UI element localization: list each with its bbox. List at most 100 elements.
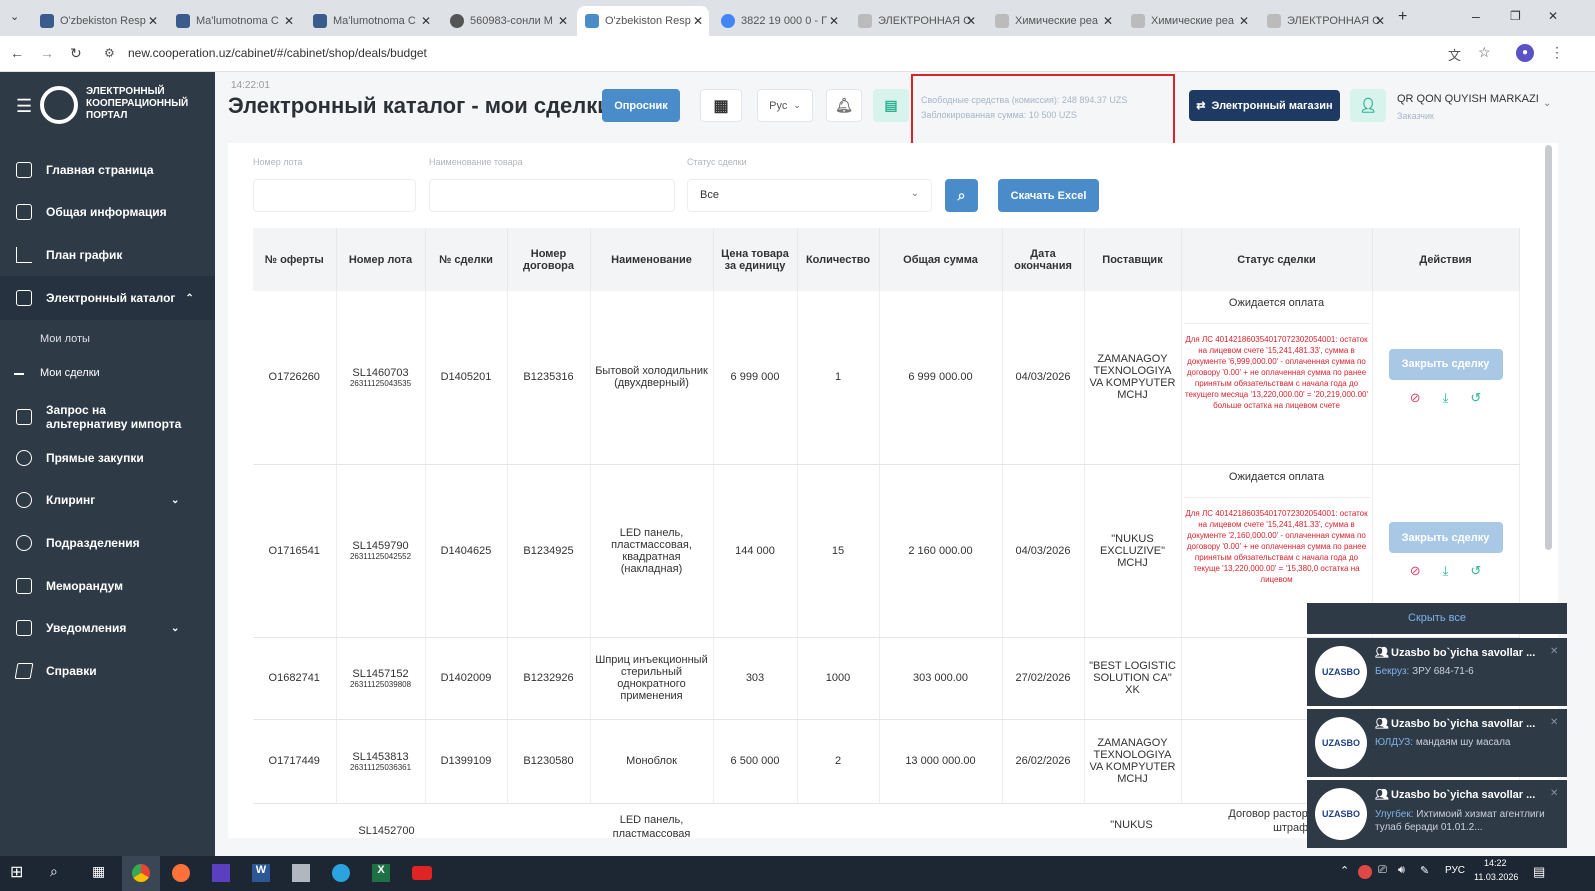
sidebar-item-notifications[interactable]: Уведомления ⌄ [0,616,215,640]
sidebar-item-general-info[interactable]: Общая информация [0,200,215,224]
qr-code-icon[interactable]: ▦ [700,89,742,122]
browser-tab[interactable]: Химические реа ✕ [1123,6,1255,36]
close-icon[interactable]: ✕ [1550,788,1558,799]
history-icon[interactable]: ↺ [1470,390,1481,406]
sidebar-item-plan[interactable]: План график [0,243,215,267]
notification-card[interactable]: UZASBO 👥︎ Uzasbo bo`yicha savollar ... ✕… [1307,709,1567,777]
status-filter-select[interactable]: Все ⌄ [687,179,932,212]
excel-icon[interactable]: X [372,864,390,882]
reload-icon[interactable]: ↻ [70,45,82,62]
sidebar-item-catalog[interactable]: Электронный каталог ⌃ [0,276,215,320]
sidebar-item-import-alternative[interactable]: Запрос на альтернативу импорта [0,402,215,432]
word-icon[interactable]: W [252,864,270,882]
browser-tab[interactable]: O'zbekiston Resp ✕ [32,6,164,36]
sidebar-item-memorandum[interactable]: Меморандум [0,574,215,598]
wallet-icon[interactable]: ▤ [873,89,909,122]
sidebar-item-home[interactable]: Главная страница [0,158,215,182]
close-tab-icon[interactable]: ✕ [1375,14,1385,28]
forward-icon[interactable]: → [40,45,54,61]
sidebar-item-direct-purchases[interactable]: Прямые закупки [0,446,215,470]
chevron-down-icon[interactable]: ⌄ [1543,98,1551,109]
sidebar-item-clearing[interactable]: Клиринг ⌄ [0,488,215,512]
browser-tab-active[interactable]: O'zbekiston Resp ✕ [577,6,709,36]
notification-card[interactable]: UZASBO 👥︎ Uzasbo bo`yicha savollar ... ✕… [1307,780,1567,848]
search-icon[interactable]: ⌕ [50,863,58,880]
cancel-document-icon[interactable]: ⊘ [1410,563,1421,579]
hamburger-menu-icon[interactable]: ☰ [16,96,32,117]
back-icon[interactable]: ← [10,45,24,61]
bookmark-star-icon[interactable]: ☆ [1478,44,1491,61]
close-window-icon[interactable]: ✕ [1548,9,1558,23]
browser-tab[interactable]: ЭЛЕКТРОННАЯ С ✕ [850,6,982,36]
browser-tab[interactable]: Ma'lumotnoma C ✕ [168,6,300,36]
cell-lot[interactable]: SL1459790 26311125042552 [336,464,426,638]
windows-start-icon[interactable]: ⊞ [10,862,23,882]
lot-filter-input[interactable] [253,179,416,212]
pen-tray-icon[interactable]: ✎ [1420,864,1429,877]
notification-card[interactable]: UZASBO 👥︎ Uzasbo bo`yicha savollar ... ✕… [1307,638,1567,706]
file-explorer-icon[interactable] [292,864,310,882]
translate-icon[interactable]: 文 [1448,45,1461,64]
site-info-icon[interactable]: ⚙ [104,46,115,60]
action-center-icon[interactable]: ▤ [1533,864,1545,880]
close-tab-icon[interactable]: ✕ [829,14,839,28]
url-input[interactable]: new.cooperation.uz/cabinet/#/cabinet/sho… [128,46,427,60]
browser-tab[interactable]: Химические реа ✕ [987,6,1119,36]
profile-avatar-icon[interactable]: ● [1516,44,1534,62]
bell-icon[interactable]: 🔔︎ [826,89,862,122]
cell-lot[interactable]: SL1460703 26311125043535 [336,291,426,465]
sidebar-sub-my-deals[interactable]: Мои сделки [40,367,100,379]
download-excel-button[interactable]: Скачать Excel [998,179,1099,212]
new-tab-icon[interactable]: + [1398,8,1407,26]
volume-icon[interactable]: 🔊︎ [1398,864,1405,877]
product-filter-input[interactable] [429,179,675,212]
close-tab-icon[interactable]: ✕ [693,14,703,28]
calculator-icon[interactable]: ▦ [92,863,105,880]
history-icon[interactable]: ↺ [1470,563,1481,579]
scrollbar-thumb[interactable] [1545,145,1552,550]
youtube-icon[interactable] [412,866,432,880]
close-icon[interactable]: ✕ [1550,646,1558,657]
survey-button[interactable]: Опросник [602,89,680,122]
language-indicator[interactable]: РУС [1445,865,1465,876]
browser-tab[interactable]: 560983-сонли М ✕ [442,6,574,36]
user-avatar-icon[interactable]: 👤︎ [1350,89,1386,122]
cell-lot[interactable]: SL1453813 26311125036361 [336,719,426,804]
minimize-icon[interactable]: – [1472,8,1480,24]
browser-tab[interactable]: 3822 19 000 0 - Г ✕ [713,6,845,36]
taskbar-time[interactable]: 14:22 [1484,858,1507,868]
browser-tab[interactable]: Ma'lumotnoma C ✕ [305,6,437,36]
close-tab-icon[interactable]: ✕ [1239,14,1249,28]
hide-all-notifications[interactable]: Скрыть все [1307,603,1567,634]
close-deal-button[interactable]: Закрыть сделку [1388,348,1503,380]
language-select[interactable]: Рус ⌄ [757,89,813,122]
close-tab-icon[interactable]: ✕ [1103,14,1113,28]
close-tab-icon[interactable]: ✕ [558,14,568,28]
sidebar-item-departments[interactable]: Подразделения [0,531,215,555]
sidebar-sub-my-lots[interactable]: Мои лоты [40,333,90,345]
save-app-icon[interactable] [212,864,230,882]
tray-app-icon[interactable] [1358,865,1372,879]
close-deal-button[interactable]: Закрыть сделку [1388,522,1503,553]
tray-chevron-icon[interactable]: ⌃ [1340,864,1349,877]
firefox-icon[interactable] [172,864,190,882]
telegram-icon[interactable] [332,864,350,882]
restore-icon[interactable]: ❐ [1510,9,1521,23]
tab-search-icon[interactable]: ⌄ [10,10,19,23]
cell-lot[interactable]: SL1457152 26311125039808 [336,637,426,720]
close-tab-icon[interactable]: ✕ [148,14,158,28]
taskbar-date[interactable]: 11.03.2026 [1474,872,1518,882]
e-shop-button[interactable]: ⇄ Электронный магазин [1189,90,1340,121]
download-icon[interactable]: ⤓ [1443,563,1449,579]
close-tab-icon[interactable]: ✕ [966,14,976,28]
close-tab-icon[interactable]: ✕ [421,14,431,28]
sidebar-item-help[interactable]: Справки [0,659,215,683]
menu-kebab-icon[interactable]: ⋮ [1550,44,1564,61]
browser-tab[interactable]: ЭЛЕКТРОННАЯ С ✕ [1259,6,1391,36]
search-button[interactable]: ⌕ [945,179,978,212]
download-icon[interactable]: ⤓ [1443,390,1449,406]
network-icon[interactable]: ⎚ [1378,864,1387,877]
close-icon[interactable]: ✕ [1550,717,1558,728]
close-tab-icon[interactable]: ✕ [284,14,294,28]
user-name[interactable]: QR QON QUYISH MARKAZI [1397,93,1539,105]
